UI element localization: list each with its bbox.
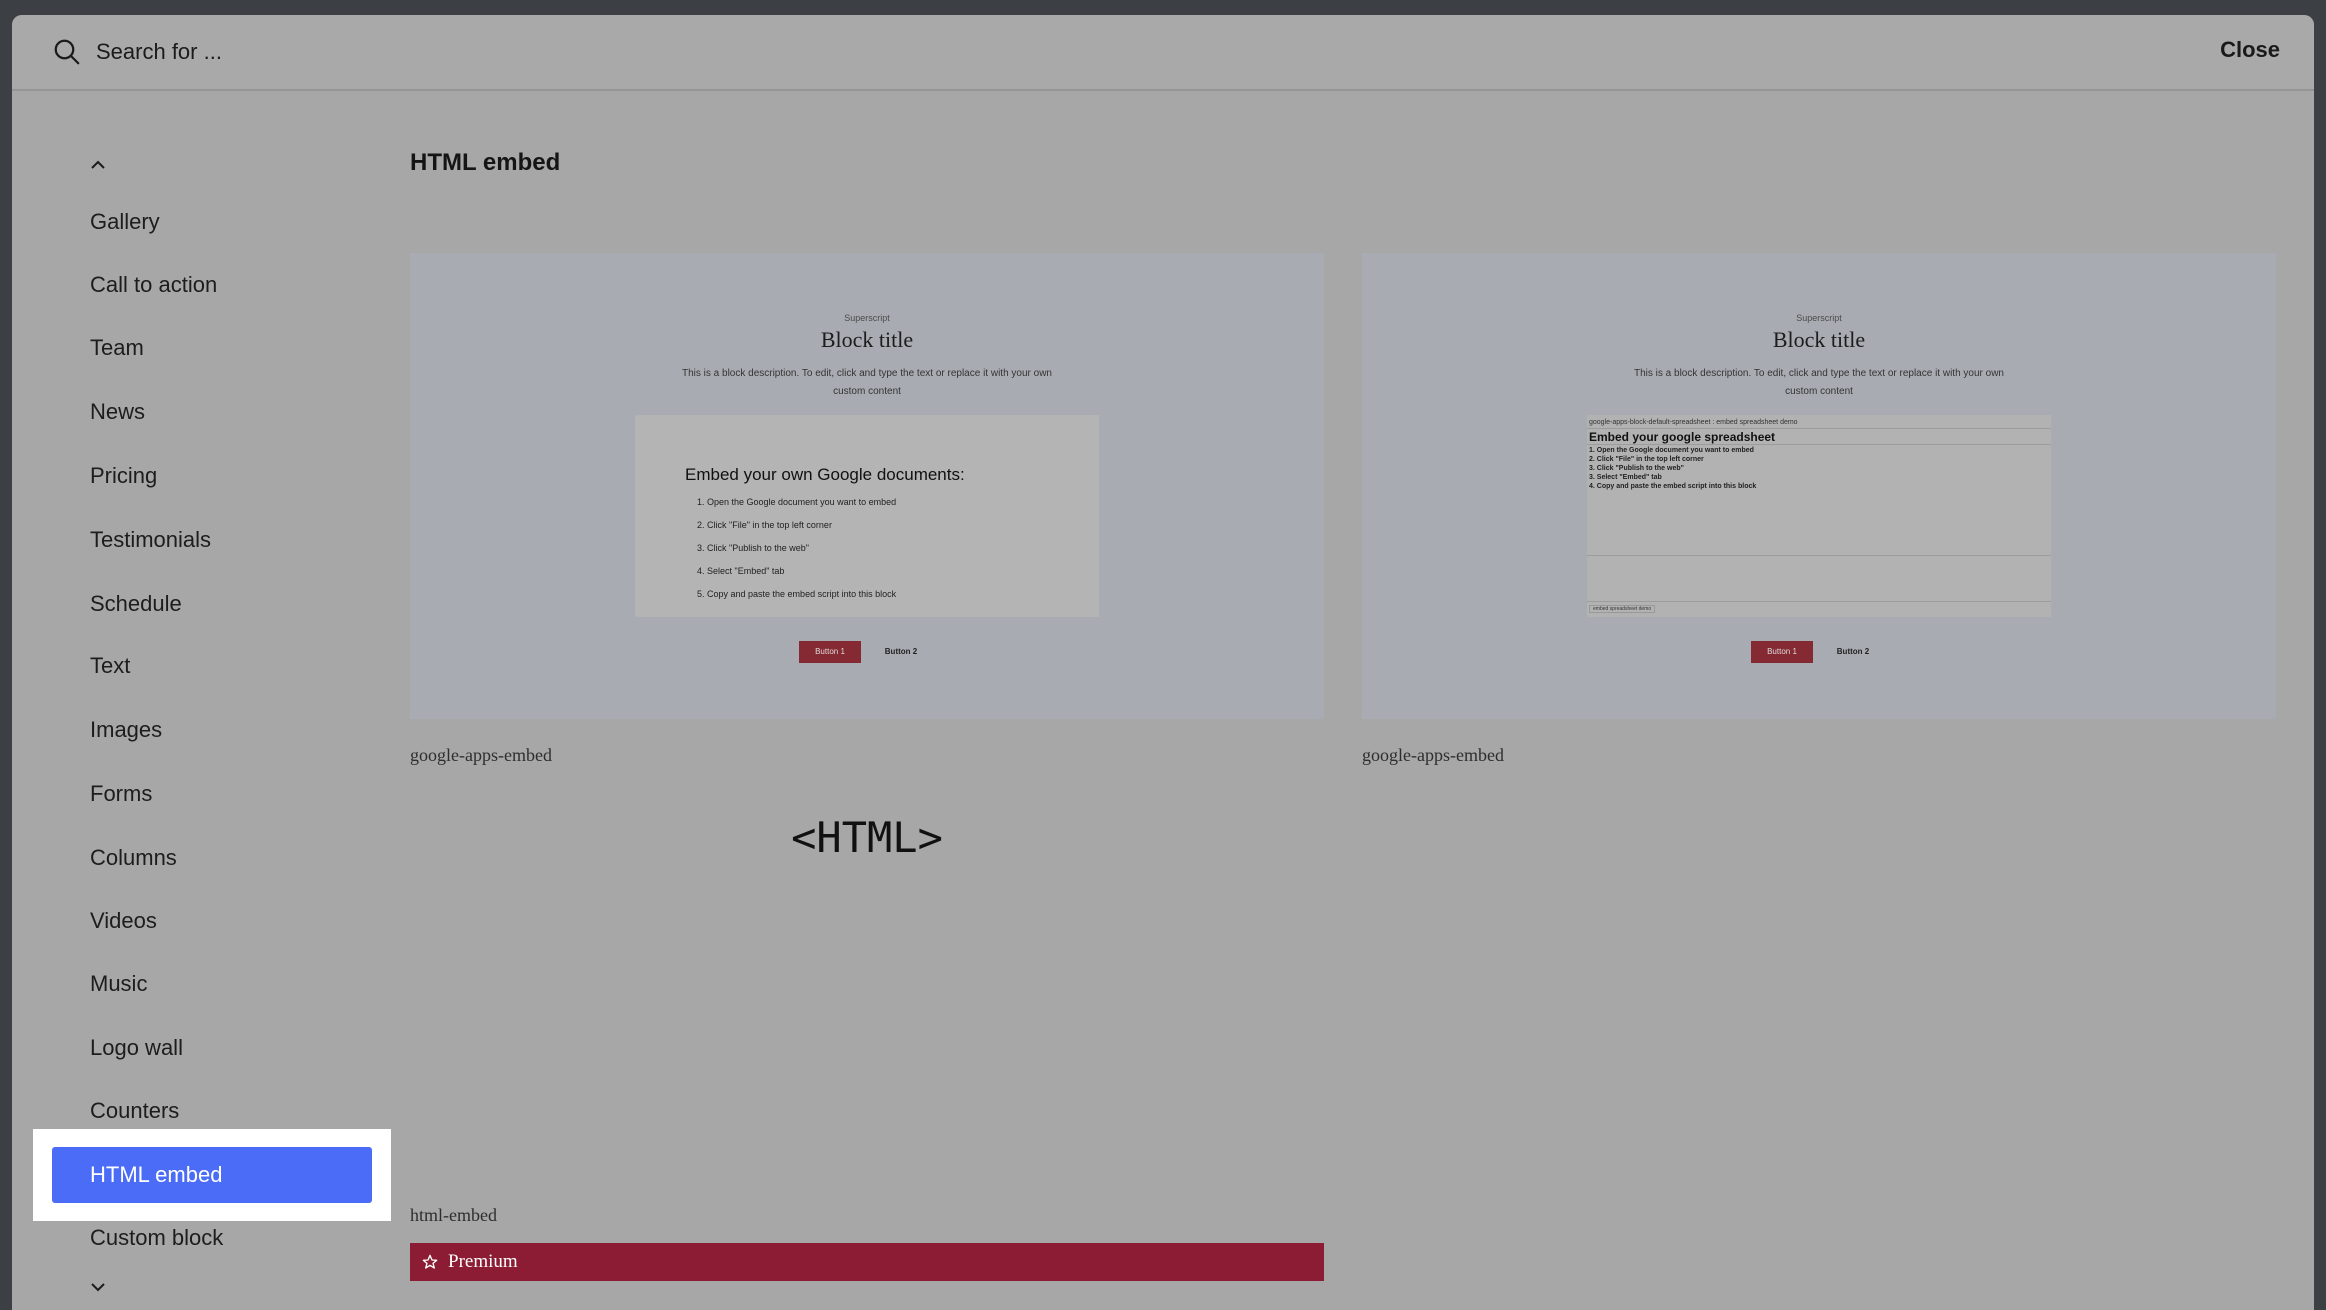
spreadsheet-preview-box: google-apps-block-default-spreadsheet : … (1587, 415, 2051, 617)
sidebar-item-news[interactable]: News (90, 392, 145, 432)
sidebar-item-counters[interactable]: Counters (90, 1091, 179, 1131)
sidebar-item-testimonials[interactable]: Testimonials (90, 520, 211, 560)
star-icon (422, 1254, 438, 1269)
spreadsheet-tab: embed spreadsheet demo (1589, 605, 1656, 613)
spreadsheet-topline: google-apps-block-default-spreadsheet : … (1589, 419, 1798, 426)
divider (1587, 428, 2051, 429)
block-thumbnail[interactable]: Superscript Block title This is a block … (1362, 253, 2276, 719)
list-item: 4. Copy and paste the embed script into … (1589, 483, 1757, 490)
list-item: 2. Click "File" in the top left corner (1589, 456, 1704, 463)
sidebar-item-call-to-action[interactable]: Call to action (90, 265, 217, 305)
block-picker-modal: Close Gallery Call to action Team News P… (12, 15, 2314, 1310)
sidebar-item-html-embed[interactable]: HTML embed (52, 1147, 372, 1203)
preview-button-2: Button 2 (1836, 647, 1870, 656)
sidebar-item-logo-wall[interactable]: Logo wall (90, 1028, 183, 1068)
sidebar-item-forms[interactable]: Forms (90, 774, 152, 814)
preview-title: Block title (1772, 327, 1866, 352)
block-card-html-embed[interactable]: <HTML> html-embed Premium (410, 93, 1324, 1293)
chevron-down-icon[interactable] (86, 1275, 110, 1299)
search-bar: Close (12, 15, 2314, 91)
main-content: HTML embed Superscript Block title This … (410, 93, 2290, 1310)
search-input[interactable] (96, 33, 996, 71)
list-item: 3. Select "Embed" tab (1589, 474, 1662, 481)
premium-label: Premium (448, 1251, 518, 1272)
list-item: 1. Open the Google document you want to … (1589, 447, 1754, 454)
block-name: google-apps-embed (1362, 745, 1504, 765)
block-name: html-embed (410, 1205, 497, 1225)
sidebar-item-images[interactable]: Images (90, 710, 162, 750)
category-sidebar: Gallery Call to action Team News Pricing… (12, 93, 404, 1310)
sidebar-item-team[interactable]: Team (90, 328, 144, 368)
divider (1587, 555, 2051, 556)
sidebar-item-custom-block[interactable]: Custom block (90, 1218, 223, 1258)
chevron-up-icon[interactable] (86, 153, 110, 177)
embed-heading: Embed your google spreadsheet (1589, 430, 1776, 444)
html-logo[interactable]: <HTML> (410, 813, 1324, 862)
sidebar-item-columns[interactable]: Columns (90, 838, 177, 878)
sidebar-item-gallery[interactable]: Gallery (90, 202, 160, 242)
sidebar-item-music[interactable]: Music (90, 964, 147, 1004)
sidebar-item-schedule[interactable]: Schedule (90, 584, 182, 624)
divider (1587, 444, 2051, 445)
sidebar-item-videos[interactable]: Videos (90, 901, 157, 941)
list-item: 3. Click "Publish to the web" (1589, 465, 1684, 472)
divider (1587, 601, 2051, 602)
sidebar-item-text[interactable]: Text (90, 646, 130, 686)
preview-button-1: Button 1 (1751, 641, 1813, 663)
embed-steps: 1. Open the Google document you want to … (1589, 446, 1756, 491)
preview-superscript: Superscript (1796, 313, 1842, 323)
premium-badge: Premium (410, 1243, 1324, 1281)
search-icon (54, 39, 80, 65)
preview-description: This is a block description. To edit, cl… (1634, 368, 2004, 397)
close-button[interactable]: Close (2220, 37, 2280, 63)
sidebar-item-pricing[interactable]: Pricing (90, 456, 157, 496)
